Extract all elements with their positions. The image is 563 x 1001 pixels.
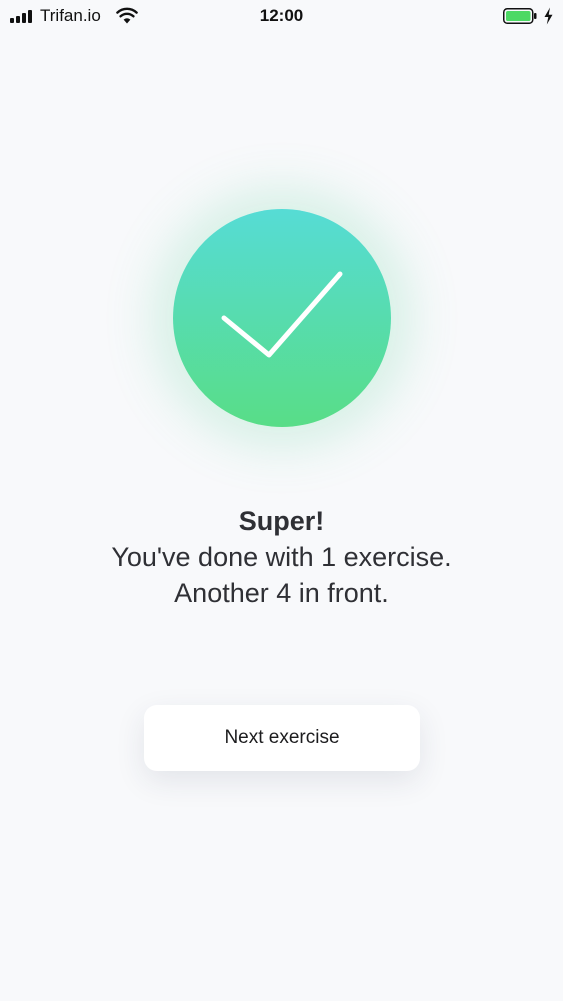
success-badge — [173, 209, 391, 427]
message-remaining: Another 4 in front. — [174, 578, 389, 608]
charging-icon — [544, 7, 553, 25]
next-exercise-button[interactable]: Next exercise — [144, 705, 420, 771]
completion-message: Super! You've done with 1 exercise. Anot… — [0, 503, 563, 611]
message-progress: You've done with 1 exercise. — [111, 542, 452, 572]
checkmark-icon — [221, 271, 343, 358]
battery-icon — [503, 8, 537, 24]
status-bar: Trifan.io 12:00 — [0, 0, 563, 34]
message-title: Super! — [238, 506, 325, 536]
clock: 12:00 — [259, 6, 304, 25]
